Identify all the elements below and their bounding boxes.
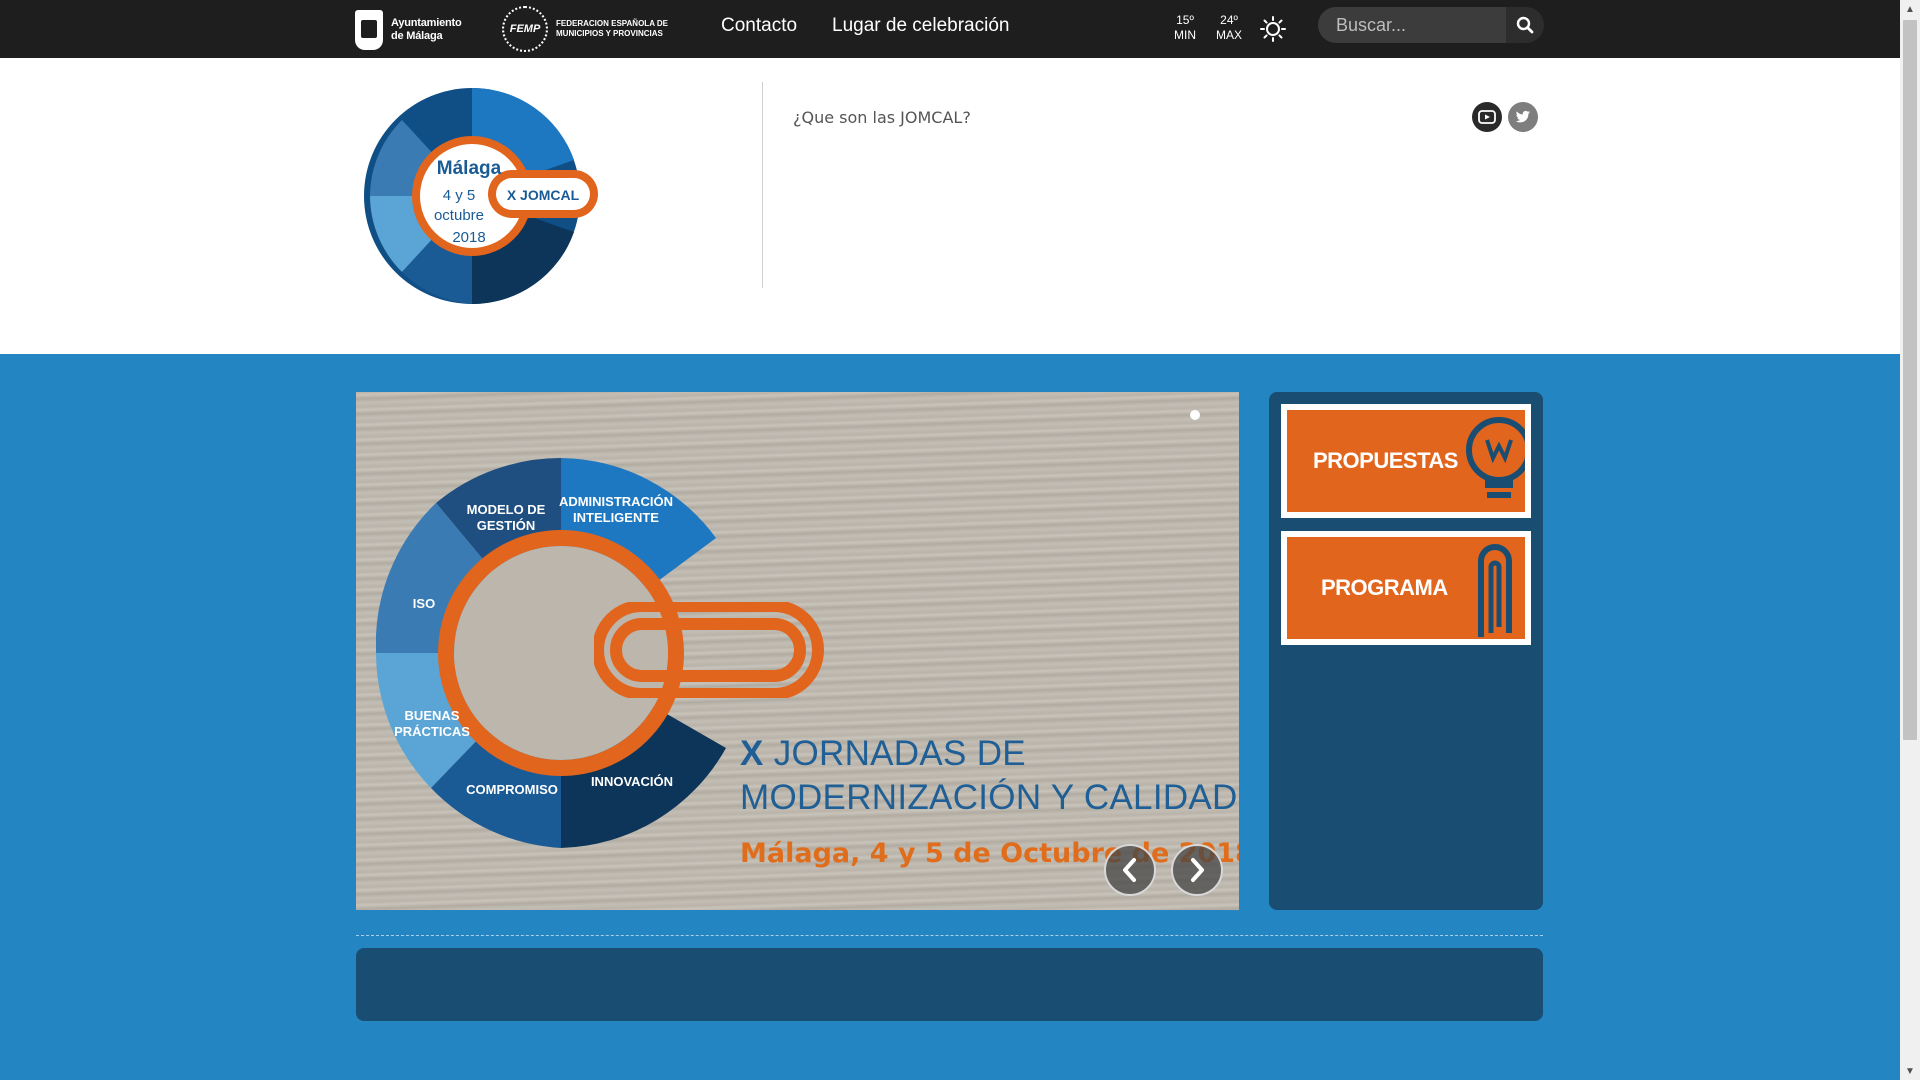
chevron-right-icon (1191, 858, 1204, 882)
search-box (1318, 7, 1544, 43)
top-bar: Ayuntamiento de Málaga FEMP FEDERACION E… (0, 0, 1900, 58)
weather-max-value: 24º (1220, 13, 1238, 27)
weather-min-value: 15º (1176, 13, 1194, 27)
twitter-icon (1515, 110, 1530, 123)
scroll-thumb[interactable] (1903, 20, 1917, 740)
puzzle-label-iso: ISO (413, 596, 435, 611)
slide-title-x: X (740, 734, 764, 773)
propuestas-button[interactable]: PROPUESTAS (1281, 404, 1531, 518)
weather-min-label: MIN (1174, 28, 1196, 42)
slide-title-line1: X JORNADAS DE (740, 734, 1026, 774)
malaga-crest-icon (355, 10, 383, 50)
puzzle-label-modelo-line1: MODELO DE (467, 502, 546, 517)
programa-button-body: PROGRAMA (1287, 537, 1525, 639)
lightbulb-icon (1466, 417, 1525, 498)
nav-contacto[interactable]: Contacto (721, 15, 797, 37)
section-divider (356, 935, 1543, 936)
femp-logo-text: FEDERACION ESPAÑOLA DE MUNICIPIOS Y PROV… (556, 19, 668, 39)
logo-year: 2018 (452, 229, 485, 246)
slide-subtitle: Málaga, 4 y 5 de Octubre de 2018 (740, 838, 1239, 869)
femp-logo[interactable]: FEMP FEDERACION ESPAÑOLA DE MUNICIPIOS Y… (502, 6, 682, 52)
bottom-content-box (356, 948, 1543, 1021)
hero-slider[interactable]: MODELO DE GESTIÓN ADMINISTRACIÓN INTELIG… (356, 392, 1239, 910)
femp-acronym: FEMP (509, 23, 541, 35)
propuestas-label: PROPUESTAS (1313, 448, 1458, 473)
propuestas-button-body: PROPUESTAS (1287, 410, 1525, 512)
page-scrollbar[interactable]: ▲ ▼ (1900, 0, 1920, 1080)
logo-dates-line1: 4 y 5 (443, 187, 476, 204)
weather-min: 15º MIN (1174, 13, 1196, 43)
side-panel: PROPUESTAS PROGRAMA (1269, 392, 1543, 910)
scroll-up-arrow-icon[interactable]: ▲ (1900, 0, 1920, 18)
slide-title-jornadas: JORNADAS DE (773, 734, 1026, 773)
programa-button[interactable]: PROGRAMA (1281, 531, 1531, 645)
programa-label: PROGRAMA (1321, 575, 1448, 600)
slider-next-button[interactable] (1171, 844, 1223, 896)
puzzle-label-admin-line1: ADMINISTRACIÓN (559, 494, 673, 509)
weather-max-label: MAX (1216, 28, 1243, 42)
femp-ring-icon: FEMP (502, 6, 548, 52)
scroll-down-arrow-icon[interactable]: ▼ (1900, 1062, 1920, 1080)
logo-city: Málaga (437, 158, 502, 179)
youtube-icon (1478, 110, 1496, 124)
femp-line1: FEDERACION ESPAÑOLA DE (556, 19, 669, 28)
que-son-las-jomcal-link[interactable]: ¿Que son las JOMCAL? (793, 108, 971, 127)
puzzle-label-modelo-line2: GESTIÓN (477, 518, 536, 533)
ayuntamiento-logo-text: Ayuntamiento de Málaga (391, 17, 462, 43)
chevron-left-icon (1123, 858, 1136, 882)
youtube-button[interactable] (1472, 102, 1502, 132)
puzzle-label-innovacion: INNOVACIÓN (591, 774, 673, 789)
puzzle-label-buenas-line2: PRÁCTICAS (394, 724, 470, 739)
slide-title-line2: MODERNIZACIÓN Y CALIDAD (740, 778, 1238, 817)
search-input[interactable] (1318, 7, 1506, 43)
puzzle-label-buenas-line1: BUENAS (405, 708, 460, 723)
logo-dates-line2: octubre (434, 207, 484, 224)
paperclip-icon (1478, 544, 1512, 637)
weather-max: 24º MAX (1216, 13, 1242, 43)
search-button[interactable] (1506, 7, 1544, 43)
header-divider (762, 82, 763, 288)
slider-dot[interactable] (1190, 410, 1200, 420)
search-icon (1516, 16, 1534, 34)
puzzle-label-admin-line2: INTELIGENTE (573, 510, 659, 525)
slider-prev-button[interactable] (1104, 844, 1156, 896)
femp-line2: MUNICIPIOS Y PROVINCIAS (556, 29, 663, 38)
logo-event: X JOMCAL (507, 187, 580, 203)
ayuntamiento-line2: de Málaga (391, 30, 443, 42)
ayuntamiento-line1: Ayuntamiento (391, 17, 462, 29)
ayuntamiento-malaga-logo[interactable]: Ayuntamiento de Málaga (355, 8, 495, 52)
jomcal-logo[interactable]: Málaga 4 y 5 octubre 2018 X JOMCAL (362, 84, 602, 308)
paperclip-graphic (594, 602, 824, 698)
nav-lugar-celebracion[interactable]: Lugar de celebración (832, 15, 1009, 37)
sun-icon (1260, 16, 1286, 42)
twitter-button[interactable] (1508, 102, 1538, 132)
puzzle-label-compromiso: COMPROMISO (466, 782, 558, 797)
